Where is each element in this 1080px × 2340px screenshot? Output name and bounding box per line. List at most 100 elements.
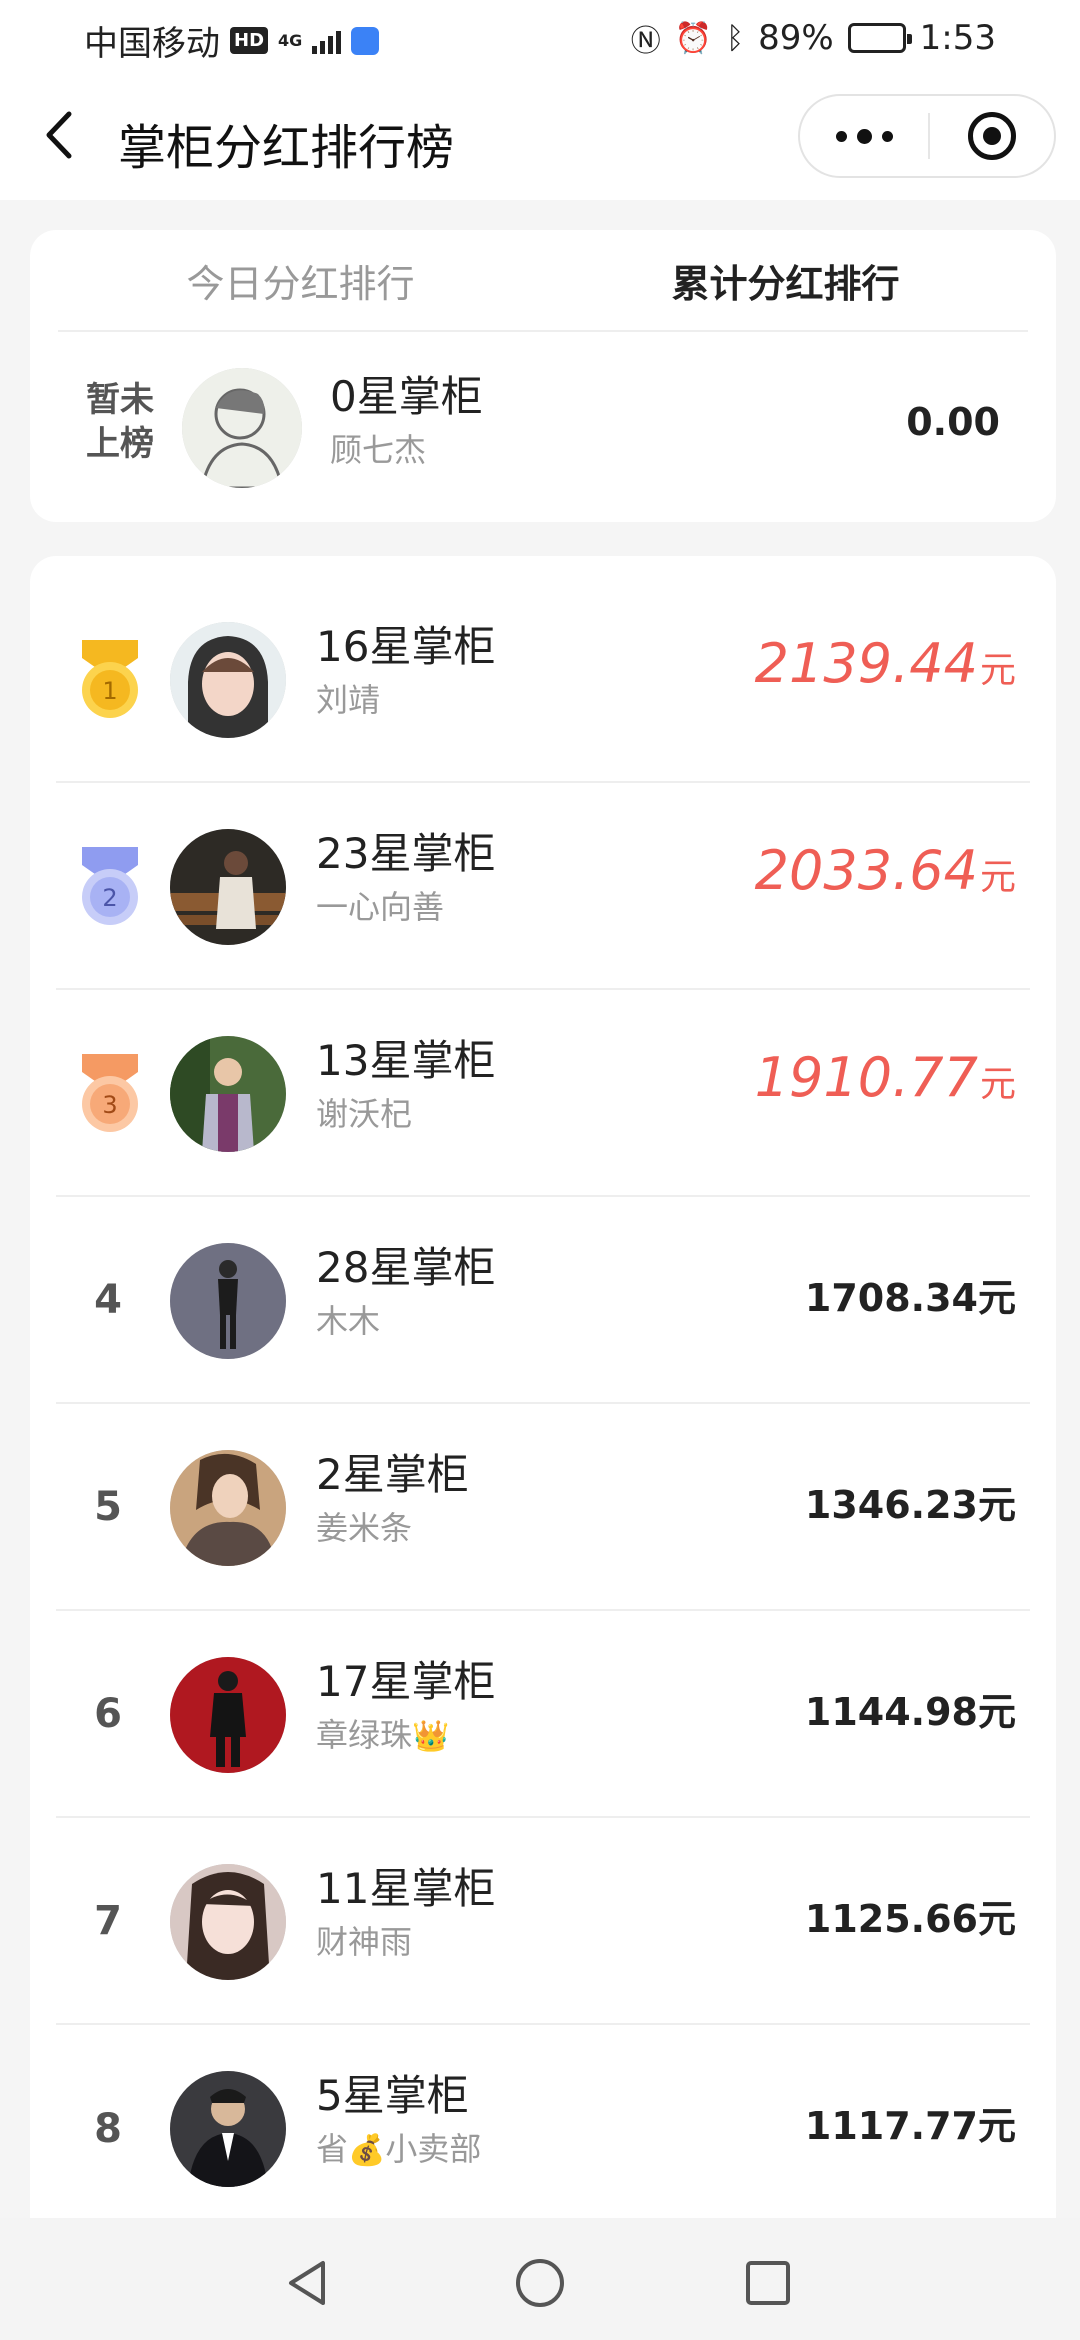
bluetooth-icon: ᛒ [726,20,745,56]
my-rank-card: 今日分红排行 累计分红排行 暂未上榜 0星掌柜 顾七杰 0.00 [30,230,1056,522]
list-item[interactable]: 4 28星掌柜 木木 1708.34元 [56,1197,1030,1404]
avatar [170,2071,286,2187]
rank-number: 7 [94,1897,122,1944]
bonus-amount: 2033.64元 [755,839,1016,902]
close-mini-program-button[interactable] [930,96,1054,176]
carrier-group: 中国移动 HD 4G [84,16,380,65]
square-recent-icon [746,2261,790,2305]
level-title: 2星掌柜 [316,1450,469,1499]
status-icons: Ⓝ ⏰ ᛒ 89% 1:53 [631,16,996,60]
username-row: 省💰小卖部 [316,2127,481,2173]
circle-home-icon [516,2259,564,2307]
page-title: 掌柜分红排行榜 [118,120,455,176]
alarm-icon: ⏰ [674,20,713,56]
crown-icon: 👑 [412,1719,450,1754]
avatar [170,829,286,945]
level-title: 23星掌柜 [316,829,496,878]
bonus-amount: 1125.66元 [804,1897,1016,1941]
name-block: 28星掌柜 木木 [316,1241,495,1343]
more-dots-icon [835,130,847,142]
list-item[interactable]: 6 17星掌柜 章绿珠👑 1144.98元 [56,1611,1030,1818]
name-block: 16星掌柜 刘靖 [316,620,495,722]
battery-percent: 89% [758,18,834,58]
nfc-icon: Ⓝ [630,24,661,59]
more-button[interactable] [800,96,928,176]
network-type-label: 4G [278,30,303,50]
list-item[interactable]: 1 16星掌柜 刘靖 2139.44元 [56,576,1030,783]
my-name-block: 0星掌柜 顾七杰 [330,370,483,472]
list-item[interactable]: 8 5星掌柜 省💰小卖部 1117.77元 [56,2025,1030,2232]
username: 章绿珠 [316,1716,413,1754]
amount-unit: 元 [979,857,1016,898]
list-item[interactable]: 3 13星掌柜 谢沃杞 1910.77元 [56,990,1030,1197]
tab-cumulative[interactable]: 累计分红排行 [543,230,1028,330]
list-item[interactable]: 5 2星掌柜 姜米条 1346.23元 [56,1404,1030,1611]
battery-icon [847,23,912,53]
system-recent-button[interactable] [733,2248,803,2318]
hd-icon: HD [230,27,269,54]
triangle-back-icon [289,2261,325,2305]
level-title: 13星掌柜 [316,1036,496,1085]
chevron-left-icon [46,111,72,159]
avatar [170,1243,286,1359]
username: 财神雨 [316,1923,413,1961]
money-bag-icon: 💰 [348,2133,386,2168]
bonus-amount: 1144.98元 [804,1690,1016,1734]
avatar [170,622,286,738]
bronze-medal-icon: 3 [82,1054,138,1132]
svg-text:1: 1 [102,677,117,705]
avatar [182,368,302,488]
rank-number: 6 [94,1690,122,1737]
my-rank-row: 暂未上榜 0星掌柜 顾七杰 0.00 [30,334,1056,522]
nav-bar: 掌柜分红排行榜 [0,72,1080,200]
leaderboard-list: 1 16星掌柜 刘靖 2139.44元 2 23星掌柜 一心向善 2033.64… [30,556,1056,2236]
system-nav-bar [0,2218,1080,2340]
level-title: 5星掌柜 [316,2071,469,2120]
tab-today[interactable]: 今日分红排行 [58,230,543,330]
amount-value: 1910.77 [754,1046,978,1109]
system-back-button[interactable] [274,2248,344,2318]
avatar [170,1657,286,1773]
gold-medal-icon: 1 [82,640,138,718]
level-title: 28星掌柜 [316,1243,496,1292]
username: 刘靖 [316,681,381,719]
svg-text:2: 2 [102,884,117,912]
my-level-title: 0星掌柜 [330,372,483,421]
amount-unit: 元 [979,1064,1016,1105]
app-notification-icon [351,26,380,55]
system-home-button[interactable] [505,2248,575,2318]
bonus-amount: 1708.34元 [804,1276,1016,1320]
my-username: 顾七杰 [330,431,427,469]
name-block: 13星掌柜 谢沃杞 [316,1034,495,1136]
amount-value: 2033.64 [754,839,978,902]
my-amount: 0.00 [906,400,1000,444]
signal-icon [312,28,342,54]
username-row: 章绿珠👑 [316,1713,495,1759]
username: 谢沃杞 [316,1095,413,1133]
unranked-label: 暂未上榜 [86,380,154,464]
rank-number: 4 [94,1276,122,1323]
status-bar: 中国移动 HD 4G Ⓝ ⏰ ᛒ 89% 1:53 [0,0,1080,72]
list-item[interactable]: 7 11星掌柜 财神雨 1125.66元 [56,1818,1030,2025]
svg-text:3: 3 [102,1091,117,1119]
list-item[interactable]: 2 23星掌柜 一心向善 2033.64元 [56,783,1030,990]
silver-medal-icon: 2 [82,847,138,925]
rank-number: 8 [94,2105,122,2152]
username: 木木 [316,1302,381,1340]
name-block: 5星掌柜 省💰小卖部 [316,2069,481,2173]
name-block: 17星掌柜 章绿珠👑 [316,1655,495,1759]
level-title: 11星掌柜 [316,1864,496,1913]
bonus-amount: 1117.77元 [804,2104,1016,2148]
back-button[interactable] [30,102,90,168]
username: 小卖部 [385,2130,482,2168]
level-title: 16星掌柜 [316,622,496,671]
name-block: 2星掌柜 姜米条 [316,1448,469,1550]
rank-number: 5 [94,1483,122,1530]
avatar [170,1864,286,1980]
bonus-amount: 1346.23元 [804,1483,1016,1527]
bonus-amount: 1910.77元 [755,1046,1016,1109]
rank-tabs: 今日分红排行 累计分红排行 [58,230,1028,332]
carrier-name: 中国移动 [84,24,220,64]
target-close-icon [968,112,1016,160]
username: 姜米条 [316,1509,413,1547]
